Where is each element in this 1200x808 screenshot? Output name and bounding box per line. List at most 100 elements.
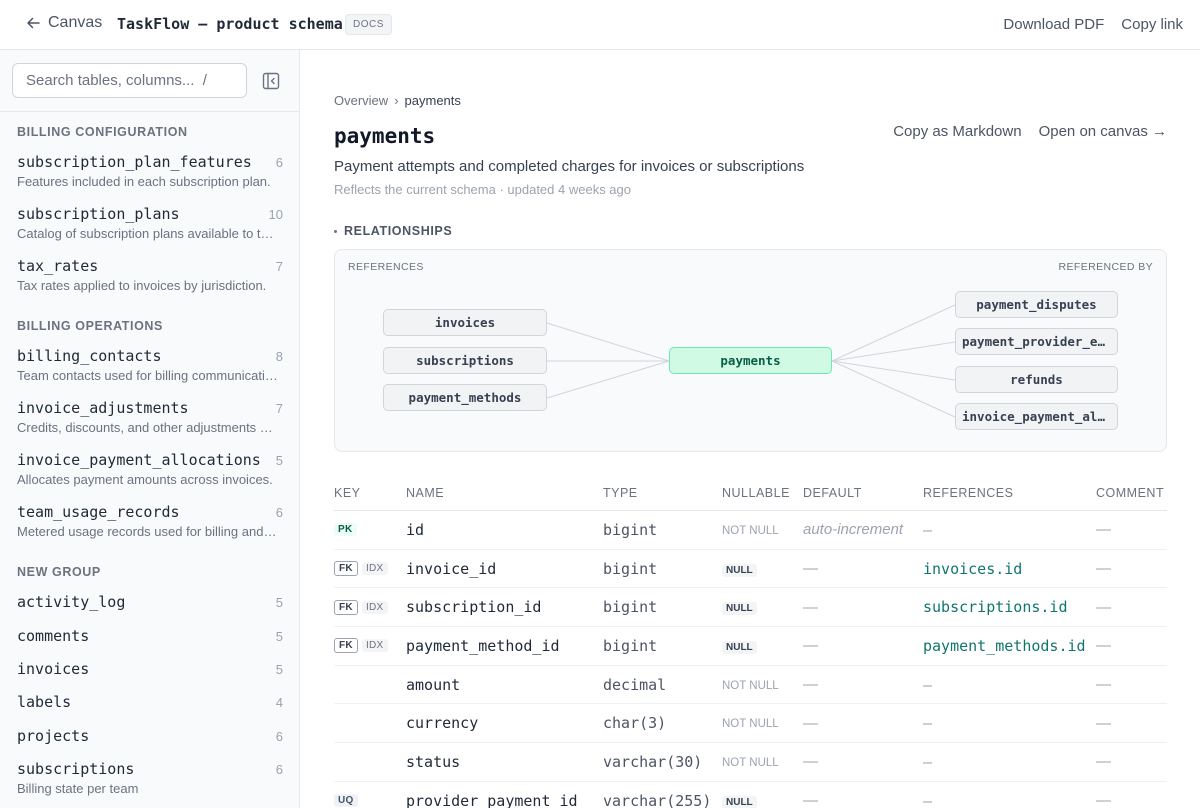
default-value: —	[803, 637, 818, 655]
column-count: 6	[275, 762, 283, 777]
sidebar-item-description: Metered usage records used for billing a…	[17, 524, 280, 539]
edge-refunds	[831, 360, 956, 381]
sidebar-item-tax-rates[interactable]: tax_rates 7 Tax rates applied to invoices…	[17, 257, 283, 293]
column-count: 5	[275, 595, 283, 610]
back-label: Canvas	[48, 14, 103, 31]
nullable-value: NOT NULL	[722, 679, 779, 692]
sidebar-item-invoice-adjustments[interactable]: invoice_adjustments 7 Credits, discounts,…	[17, 399, 283, 435]
reference-value: —	[923, 520, 933, 539]
group-title-billing-configuration: BILLING CONFIGURATION	[17, 125, 188, 139]
search-box	[12, 63, 247, 98]
default-value: —	[803, 676, 818, 694]
sidebar-item-name: subscriptions	[17, 760, 135, 778]
key-badges: UQ	[334, 794, 406, 808]
column-count: 6	[275, 505, 283, 520]
node-invoices[interactable]: invoices	[383, 309, 547, 336]
sidebar-item-comments[interactable]: comments 5	[17, 627, 283, 645]
back-to-canvas-link[interactable]: Canvas	[26, 14, 102, 32]
edge-invoice-payment-allocations	[831, 360, 956, 418]
relationships-heading[interactable]: RELATIONSHIPS	[334, 224, 452, 238]
references-label: REFERENCES	[348, 261, 424, 273]
sidebar-item-description: Allocates payment amounts across invoice…	[17, 472, 273, 487]
table-row: PK id bigint NOT NULL auto-increment — —	[334, 511, 1167, 550]
open-on-canvas-button[interactable]: Open on canvas →	[1039, 123, 1167, 140]
edge-invoices	[546, 322, 670, 362]
node-label: invoice_payment_allocations	[962, 409, 1111, 424]
sidebar-item-name: tax_rates	[17, 257, 99, 275]
default-value: —	[803, 598, 818, 616]
column-type: varchar(30)	[603, 752, 703, 771]
comment-value: —	[1096, 753, 1111, 771]
comment-value: —	[1096, 714, 1111, 732]
group-title-new-group: NEW GROUP	[17, 565, 101, 579]
arrow-left-icon	[27, 17, 40, 29]
nullable-value: NULL	[722, 602, 757, 616]
column-name: id	[406, 520, 425, 539]
node-refunds[interactable]: refunds	[955, 366, 1118, 393]
sidebar-item-invoices[interactable]: invoices 5	[17, 660, 283, 678]
search-input[interactable]	[13, 64, 246, 97]
sidebar-item-labels[interactable]: labels 4	[17, 693, 283, 711]
sidebar-item-subscription-plan-features[interactable]: subscription_plan_features 6 Features inc…	[17, 153, 283, 189]
default-value: —	[803, 714, 818, 732]
nullable-value: NOT NULL	[722, 718, 779, 731]
nullable-value: NOT NULL	[722, 524, 779, 537]
fk-badge: FK	[334, 599, 358, 615]
column-type: varchar(255)	[603, 791, 712, 808]
table-row: FK IDX subscription_id bigint NULL — subs…	[334, 588, 1167, 628]
column-count: 5	[275, 662, 283, 677]
comment-value: —	[1096, 521, 1111, 539]
sidebar-item-projects[interactable]: projects 6	[17, 727, 283, 745]
sidebar-item-name: subscription_plan_features	[17, 153, 252, 171]
top-actions: Download PDF Copy link	[1003, 16, 1183, 33]
sidebar-item-invoice-payment-allocations[interactable]: invoice_payment_allocations 5 Allocates p…	[17, 451, 283, 487]
group-title-billing-operations: BILLING OPERATIONS	[17, 319, 163, 333]
copy-link-button[interactable]: Copy link	[1121, 16, 1183, 33]
fk-badge: FK	[334, 638, 358, 654]
sidebar-item-name: billing_contacts	[17, 347, 162, 365]
header-default: DEFAULT	[803, 485, 862, 500]
sidebar-item-subscriptions[interactable]: subscriptions 6 Billing state per team	[17, 760, 283, 796]
sidebar-item-activity-log[interactable]: activity_log 5	[17, 593, 283, 611]
node-invoice-payment-allocations[interactable]: invoice_payment_allocations	[955, 403, 1118, 430]
sidebar-item-name: subscription_plans	[17, 205, 180, 223]
sidebar-item-name: invoice_adjustments	[17, 399, 189, 417]
header-name: NAME	[406, 485, 445, 500]
reference-link[interactable]: subscriptions.id	[923, 598, 1096, 616]
header-nullable: NULLABLE	[722, 485, 790, 500]
column-type: bigint	[603, 636, 658, 655]
column-count: 6	[275, 155, 283, 170]
key-badges: FK IDX	[334, 561, 406, 577]
idx-badge: IDX	[361, 600, 388, 614]
column-name: invoice_id	[406, 559, 497, 578]
sidebar-item-description: Credits, discounts, and other adjustment…	[17, 420, 280, 435]
idx-badge: IDX	[361, 639, 388, 653]
key-badges: PK	[334, 523, 406, 537]
sidebar-item-team-usage-records[interactable]: team_usage_records 6 Metered usage record…	[17, 503, 283, 539]
collapse-sidebar-icon[interactable]	[262, 72, 280, 90]
table-row: currency char(3) NOT NULL — — —	[334, 704, 1167, 744]
node-subscriptions[interactable]: subscriptions	[383, 347, 547, 374]
table-row: FK IDX payment_method_id bigint NULL — pa…	[334, 627, 1167, 666]
sidebar-item-subscription-plans[interactable]: subscription_plans 10 Catalog of subscrip…	[17, 205, 283, 241]
header-key: KEY	[334, 485, 361, 500]
copy-as-markdown-button[interactable]: Copy as Markdown	[893, 123, 1021, 140]
sidebar-item-billing-contacts[interactable]: billing_contacts 8 Team contacts used for…	[17, 347, 283, 383]
reference-link[interactable]: invoices.id	[923, 560, 1096, 578]
node-payment-provider-events[interactable]: payment_provider_events	[955, 328, 1118, 355]
breadcrumb-overview-link[interactable]: Overview	[334, 93, 388, 108]
default-value: —	[803, 792, 818, 808]
node-payments-current[interactable]: payments	[669, 347, 832, 374]
reference-link[interactable]: payment_methods.id	[923, 637, 1096, 655]
breadcrumb: Overview › payments	[334, 93, 461, 108]
download-pdf-button[interactable]: Download PDF	[1003, 16, 1104, 33]
node-payment-methods[interactable]: payment_methods	[383, 384, 547, 411]
column-type: char(3)	[603, 714, 667, 733]
pk-badge: PK	[334, 523, 357, 537]
node-payment-disputes[interactable]: payment_disputes	[955, 291, 1118, 318]
sidebar-item-name: projects	[17, 727, 90, 745]
table-row: amount decimal NOT NULL — — —	[334, 666, 1167, 705]
breadcrumb-separator: ›	[394, 93, 399, 108]
comment-value: —	[1096, 598, 1111, 616]
node-label: payments	[720, 353, 781, 368]
